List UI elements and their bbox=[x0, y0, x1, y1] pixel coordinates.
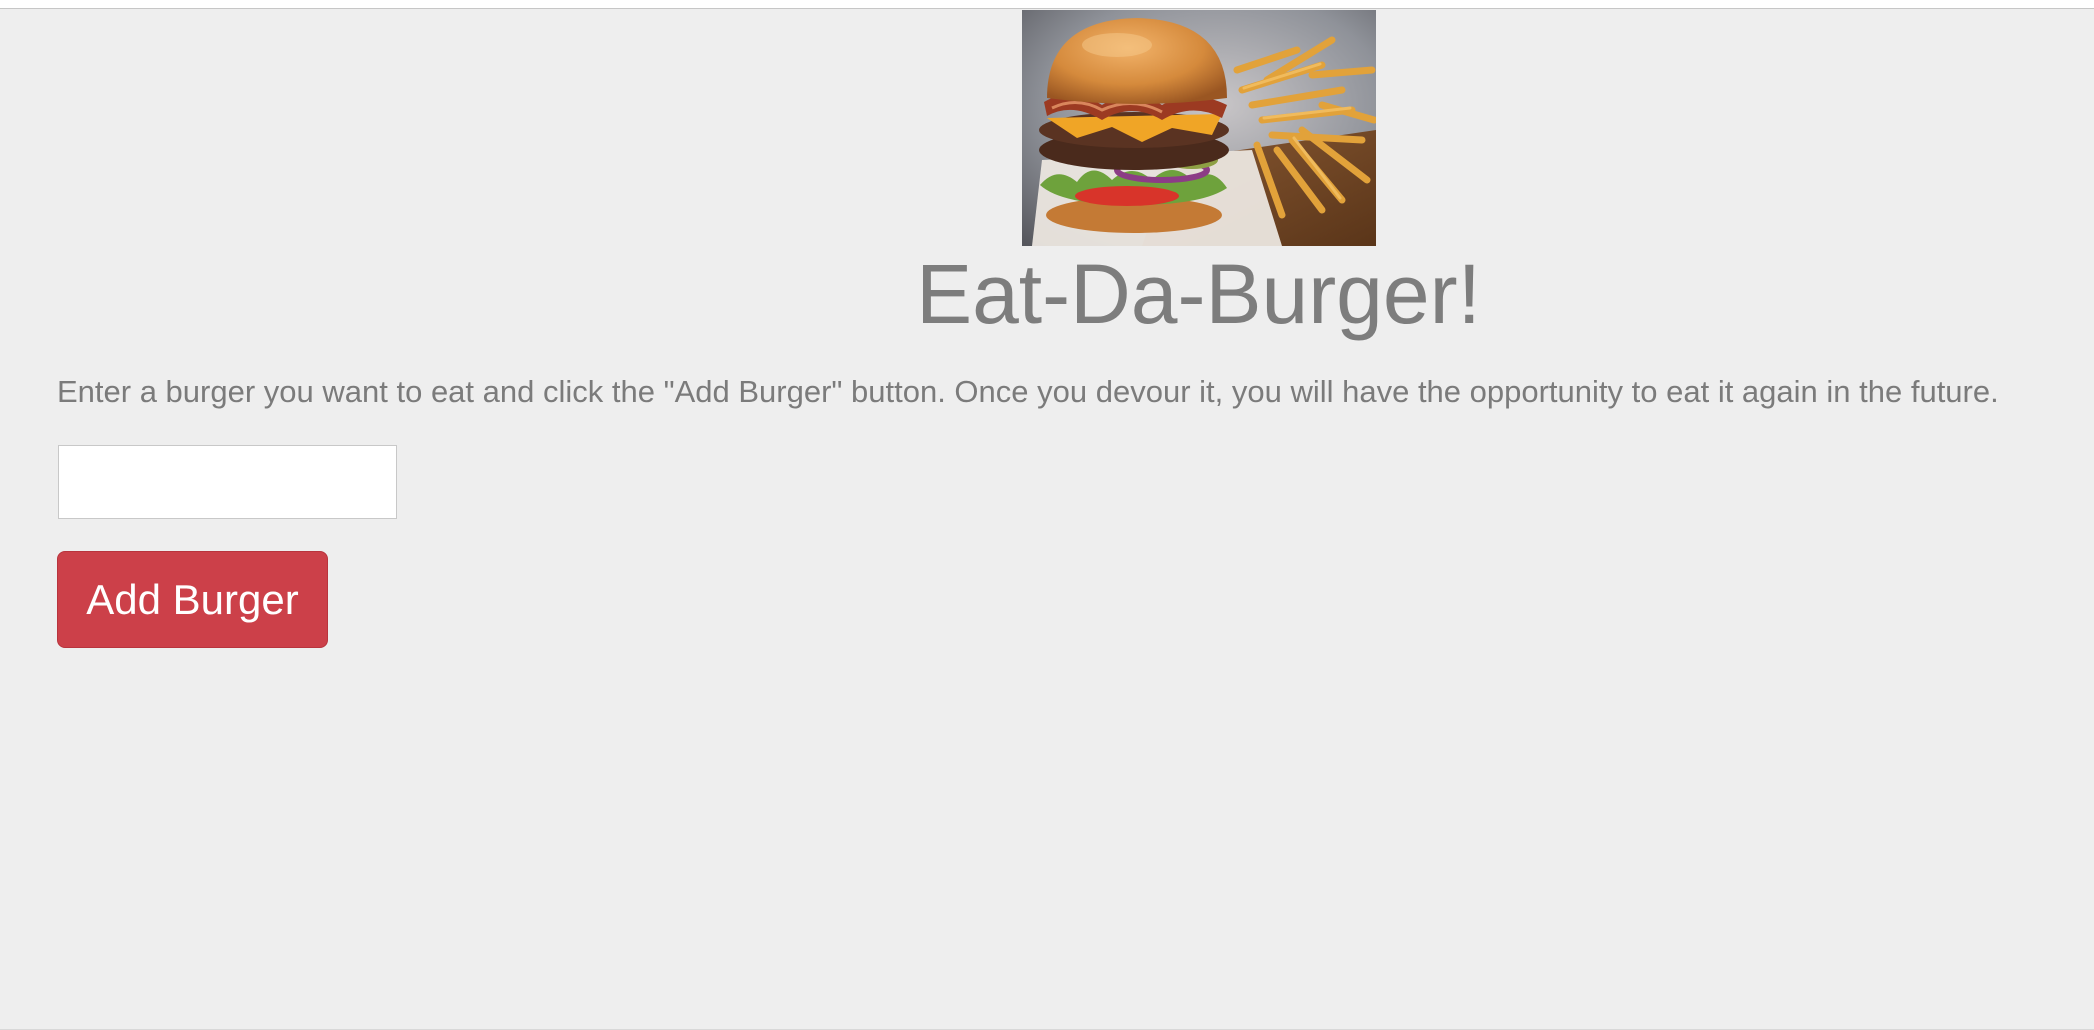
burger-name-input[interactable] bbox=[58, 445, 397, 519]
instructions-text: Enter a burger you want to eat and click… bbox=[57, 374, 1999, 409]
add-burger-button[interactable]: Add Burger bbox=[57, 551, 328, 648]
page-title: Eat-Da-Burger! bbox=[916, 247, 1481, 341]
browser-top-rule bbox=[0, 0, 2094, 9]
burger-photo bbox=[1022, 10, 1376, 246]
